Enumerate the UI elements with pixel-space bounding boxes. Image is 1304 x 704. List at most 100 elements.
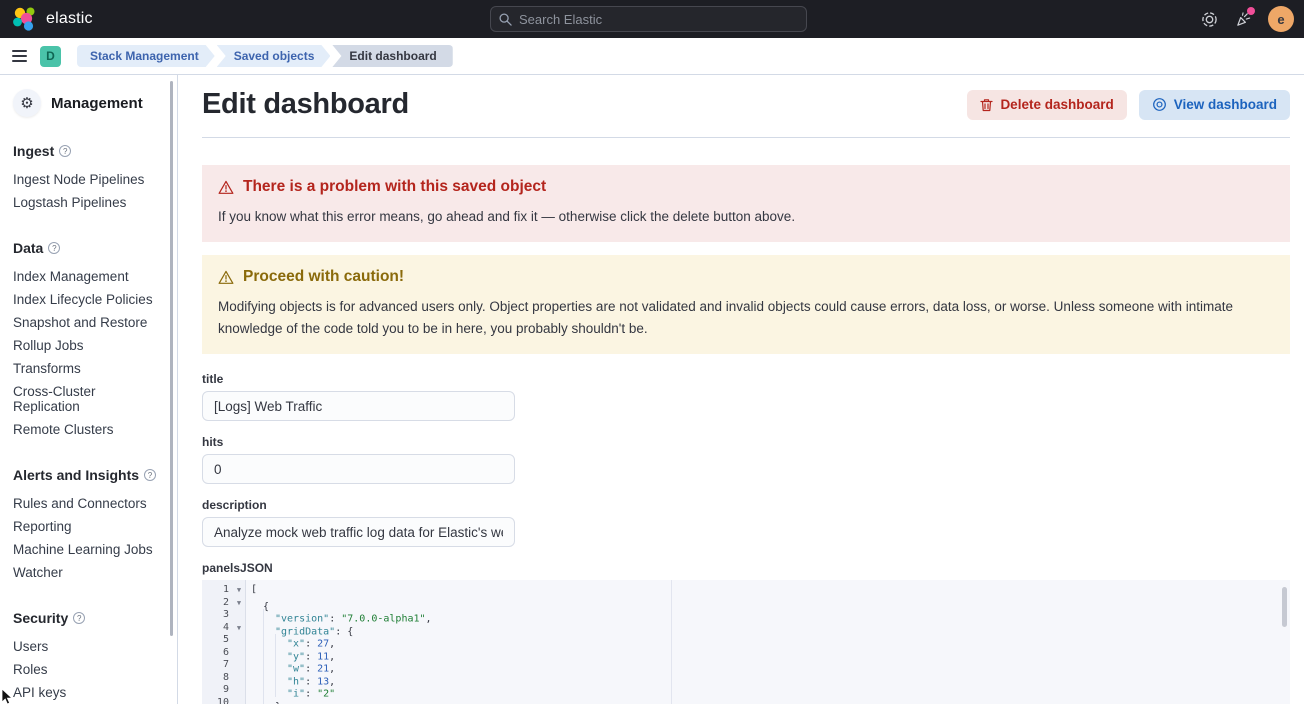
code-text: "y": 11, [246,647,335,660]
indent-guide [263,609,275,622]
line-number: 10 [202,697,232,704]
warning-callout-title: Proceed with caution! [243,268,404,286]
line-number: 5 [202,634,232,647]
indent-guide [263,659,275,672]
question-icon: ? [144,469,156,481]
breadcrumb-edit-dashboard: Edit dashboard [332,45,452,67]
notification-dot [1247,7,1255,15]
user-avatar[interactable]: e [1268,6,1294,32]
code-text: "w": 21, [246,659,335,672]
indent-guide [275,672,287,685]
mouse-cursor [1,688,13,704]
sidebar-scrollbar[interactable] [170,81,173,636]
sidebar-section-label: Ingest [13,143,54,159]
breadcrumb-bar: D Stack ManagementSaved objectsEdit dash… [0,38,1304,75]
sidebar-section-label: Data [13,240,43,256]
panelsjson-editor[interactable]: 1▼[2▼{3"version": "7.0.0-alpha1",4▼"grid… [202,580,1290,704]
sidebar-item-index-lifecycle-policies[interactable]: Index Lifecycle Policies [13,288,165,311]
menu-icon[interactable] [0,38,38,74]
header-divider [202,137,1290,138]
newsfeed-icon[interactable] [1234,10,1252,28]
alert-icon [218,270,234,285]
search-icon [499,13,512,26]
sidebar-item-transforms[interactable]: Transforms [13,357,165,380]
indent-guide [263,684,275,697]
description-label: description [202,498,1290,512]
space-badge[interactable]: D [40,46,61,67]
fold-arrow-icon[interactable]: ▼ [232,597,246,610]
fold-arrow-icon[interactable]: ▼ [232,622,246,635]
sidebar-section: Security?UsersRolesAPI keysRole Mappings [13,610,165,704]
indent-guide [263,697,275,704]
line-number: 4 [202,622,232,635]
code-line: 2▼{ [202,597,1290,610]
error-callout-body: If you know what this error means, go ah… [218,206,1274,228]
line-number: 3 [202,609,232,622]
page-title: Edit dashboard [202,88,409,121]
panelsjson-label: panelsJSON [202,561,1290,575]
main-content: Edit dashboard Delete dashboard View das… [178,75,1304,704]
code-line: 6"y": 11, [202,647,1290,660]
brand-name: elastic [46,10,93,28]
sidebar-item-snapshot-and-restore[interactable]: Snapshot and Restore [13,311,165,334]
breadcrumb: Stack ManagementSaved objectsEdit dashbo… [75,45,453,67]
sidebar-item-machine-learning-jobs[interactable]: Machine Learning Jobs [13,538,165,561]
fold-spacer [232,659,246,672]
sidebar-item-remote-clusters[interactable]: Remote Clusters [13,418,165,441]
sidebar-item-rollup-jobs[interactable]: Rollup Jobs [13,334,165,357]
trash-icon [980,98,993,112]
elastic-logo[interactable]: elastic [0,6,93,32]
alert-icon [218,180,234,195]
sidebar-section-title: Ingest? [13,143,165,159]
sidebar-section-label: Security [13,610,68,626]
sidebar-item-rules-and-connectors[interactable]: Rules and Connectors [13,492,165,515]
view-dashboard-button[interactable]: View dashboard [1139,90,1290,120]
warning-callout: Proceed with caution! Modifying objects … [202,255,1290,354]
error-callout: There is a problem with this saved objec… [202,165,1290,242]
code-text: "h": 13, [246,672,335,685]
description-input[interactable] [202,517,515,547]
indent-guide [275,647,287,660]
form-field-description: description [202,498,1290,547]
sidebar-item-reporting[interactable]: Reporting [13,515,165,538]
sidebar-section: Alerts and Insights? Rules and Connectors… [13,467,165,584]
editor-scrollbar[interactable] [1282,587,1287,627]
sidebar-item-watcher[interactable]: Watcher [13,561,165,584]
breadcrumb-stack-management[interactable]: Stack Management [77,45,215,67]
indent-guide [263,634,275,647]
sidebar-item-index-management[interactable]: Index Management [13,265,165,288]
sidebar-section-title: Security? [13,610,165,626]
delete-dashboard-button[interactable]: Delete dashboard [967,90,1126,120]
indent-guide [275,659,287,672]
sidebar-item-logstash-pipelines[interactable]: Logstash Pipelines [13,191,165,214]
code-text: "version": "7.0.0-alpha1", [246,609,432,622]
sidebar-section-label: Alerts and Insights [13,467,139,483]
indent-guide [263,622,275,635]
line-number: 9 [202,684,232,697]
top-header-bar: elastic e [0,0,1304,38]
error-callout-title: There is a problem with this saved objec… [243,178,546,196]
fold-arrow-icon[interactable]: ▼ [232,584,246,597]
question-icon: ? [59,145,71,157]
indent-guide [275,634,287,647]
title-input[interactable] [202,391,515,421]
form-field-title: title [202,372,1290,421]
elastic-logo-icon [12,6,38,32]
fold-spacer [232,672,246,685]
breadcrumb-saved-objects[interactable]: Saved objects [217,45,331,67]
sidebar-item-ingest-node-pipelines[interactable]: Ingest Node Pipelines [13,168,165,191]
code-text: { [246,597,269,610]
sidebar-item-roles[interactable]: Roles [13,658,165,681]
help-icon[interactable] [1200,10,1218,28]
sidebar-item-api-keys[interactable]: API keys [13,681,165,704]
sidebar-title: Management [51,95,143,112]
question-icon: ? [73,612,85,624]
sidebar-item-cross-cluster-replication[interactable]: Cross-Cluster Replication [13,380,165,418]
line-number: 8 [202,672,232,685]
hits-input[interactable] [202,454,515,484]
sidebar-item-users[interactable]: Users [13,635,165,658]
sidebar-section: Data?Index ManagementIndex Lifecycle Pol… [13,240,165,441]
global-search[interactable] [490,6,807,32]
search-input[interactable] [519,12,798,27]
gear-icon: ⚙ [13,89,41,117]
